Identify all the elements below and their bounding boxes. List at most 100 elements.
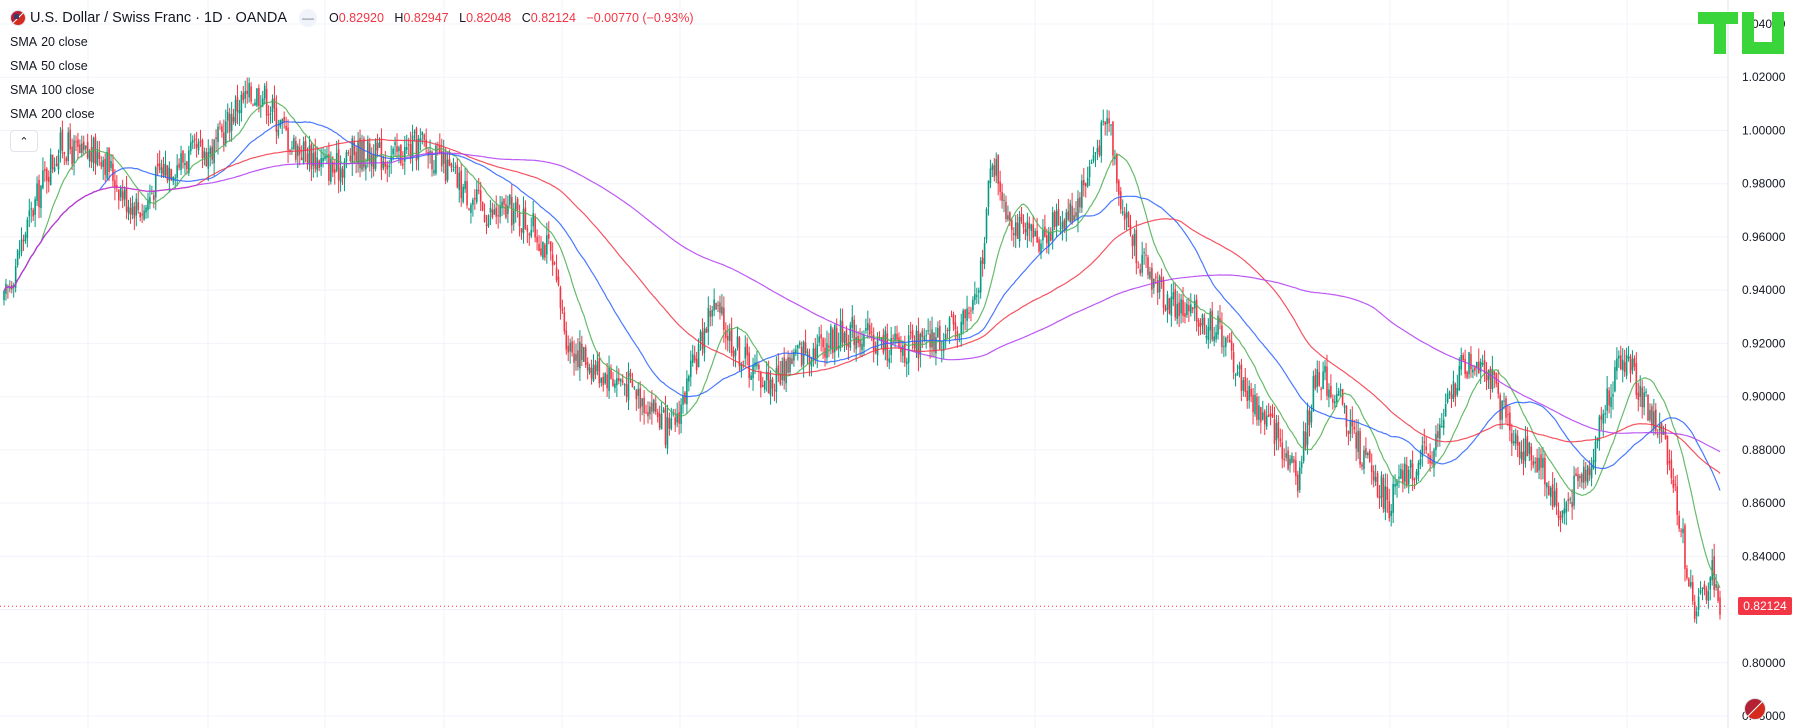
candle-body xyxy=(600,377,603,383)
candle-body xyxy=(614,383,616,389)
indicator-sma200[interactable]: SMA 200 close xyxy=(10,102,693,126)
candle-body xyxy=(1147,257,1149,275)
candle-body xyxy=(143,210,145,220)
candle-body xyxy=(709,310,712,317)
candle-body xyxy=(629,373,632,377)
candle-body xyxy=(787,357,789,373)
candle-body xyxy=(616,378,618,386)
candle-body xyxy=(470,204,472,213)
indicator-sma100[interactable]: SMA 100 close xyxy=(10,78,693,102)
candle-body xyxy=(1370,465,1373,472)
chart-area[interactable]: 1.04000 1.02000 1.00000 0.98000 0.96000 0.940… xyxy=(0,0,1800,728)
minus-icon[interactable]: — xyxy=(299,9,318,27)
candle-body xyxy=(783,357,785,381)
candle-body xyxy=(800,346,803,366)
candle-body xyxy=(382,161,385,168)
candle-body xyxy=(1717,586,1719,601)
close-value: 0.82124 xyxy=(530,11,576,25)
candle-body xyxy=(1238,365,1241,370)
candle-body xyxy=(1446,394,1449,402)
candle-body xyxy=(119,188,122,198)
candle-body xyxy=(1581,474,1583,483)
candle-body xyxy=(88,150,91,162)
candle-body xyxy=(715,303,717,310)
candle-body xyxy=(1297,474,1299,492)
candle-body xyxy=(1367,452,1369,456)
candle-body xyxy=(802,341,805,365)
candle-body xyxy=(1526,435,1529,457)
candle-body xyxy=(1213,336,1215,342)
candle-body xyxy=(950,316,953,318)
candle-body xyxy=(777,365,780,374)
indicator-sma50[interactable]: SMA 50 close xyxy=(10,54,693,78)
candle-body xyxy=(1460,355,1463,370)
candle-body xyxy=(1639,385,1642,397)
candle-body xyxy=(835,327,838,350)
candle-body xyxy=(1295,460,1297,477)
candle-body xyxy=(337,149,340,181)
candle-body xyxy=(454,166,457,168)
currency-flag-icon xyxy=(10,10,26,26)
candle-body xyxy=(1007,215,1009,220)
candle-body xyxy=(960,321,963,335)
candle-body xyxy=(1168,298,1171,314)
candle-body xyxy=(1365,448,1367,456)
candle-body xyxy=(460,170,463,199)
candle-body xyxy=(1291,455,1293,463)
candle-body xyxy=(771,378,774,389)
candle-body xyxy=(1378,496,1381,499)
indicator-sma20[interactable]: SMA 20 close xyxy=(10,30,693,54)
candle-body xyxy=(1312,376,1315,412)
candle-body xyxy=(705,328,708,333)
candle-body xyxy=(1166,294,1169,310)
candle-body xyxy=(335,153,338,171)
candle-body xyxy=(1684,525,1686,569)
candle-body xyxy=(133,206,136,219)
candle-body xyxy=(1439,424,1441,439)
candle-body xyxy=(1225,337,1227,347)
chevron-up-icon[interactable]: ⌃ xyxy=(10,130,38,152)
candle-body xyxy=(738,337,741,366)
candle-body xyxy=(1690,582,1692,587)
last-price-label: 0.82124 xyxy=(1738,597,1792,616)
candle-body xyxy=(1073,215,1075,221)
candle-body xyxy=(322,157,324,162)
candle-body xyxy=(530,230,533,237)
candle-body xyxy=(1125,211,1128,218)
candle-body xyxy=(330,158,332,182)
candle-body xyxy=(691,354,694,363)
candle-body xyxy=(40,185,42,208)
candle-body xyxy=(769,379,772,396)
symbol-title[interactable]: U.S. Dollar / Swiss Franc · 1D · OANDA xyxy=(30,10,287,26)
sma-200-line xyxy=(3,152,1721,453)
candle-body xyxy=(1335,394,1338,402)
currency-flag-icon[interactable] xyxy=(1744,698,1766,720)
candle-body xyxy=(670,418,673,430)
candle-body xyxy=(1269,413,1272,417)
candle-body xyxy=(660,413,663,430)
candle-body xyxy=(954,322,957,330)
candle-body xyxy=(868,324,871,335)
candle-body xyxy=(1415,471,1418,480)
candle-body xyxy=(1682,528,1684,534)
candle-body xyxy=(1481,362,1484,365)
candle-body xyxy=(1275,423,1278,441)
candle-body xyxy=(662,409,665,413)
candle-body xyxy=(1680,530,1682,532)
candle-body xyxy=(153,195,155,201)
candle-body xyxy=(682,396,684,405)
candle-body xyxy=(1571,502,1573,508)
candle-body xyxy=(540,248,542,256)
candle-body xyxy=(1538,457,1540,471)
candle-body xyxy=(1242,380,1245,391)
candle-body xyxy=(1544,458,1546,485)
symbol-header[interactable]: U.S. Dollar / Swiss Franc · 1D · OANDA —… xyxy=(10,6,693,30)
candle-body xyxy=(619,379,622,382)
candle-body xyxy=(1244,376,1247,393)
candle-body xyxy=(1621,359,1624,371)
candle-body xyxy=(653,399,655,412)
candle-body xyxy=(1326,366,1328,396)
candle-body xyxy=(1511,433,1513,444)
candle-body xyxy=(162,164,165,177)
candle-body xyxy=(1199,322,1202,327)
